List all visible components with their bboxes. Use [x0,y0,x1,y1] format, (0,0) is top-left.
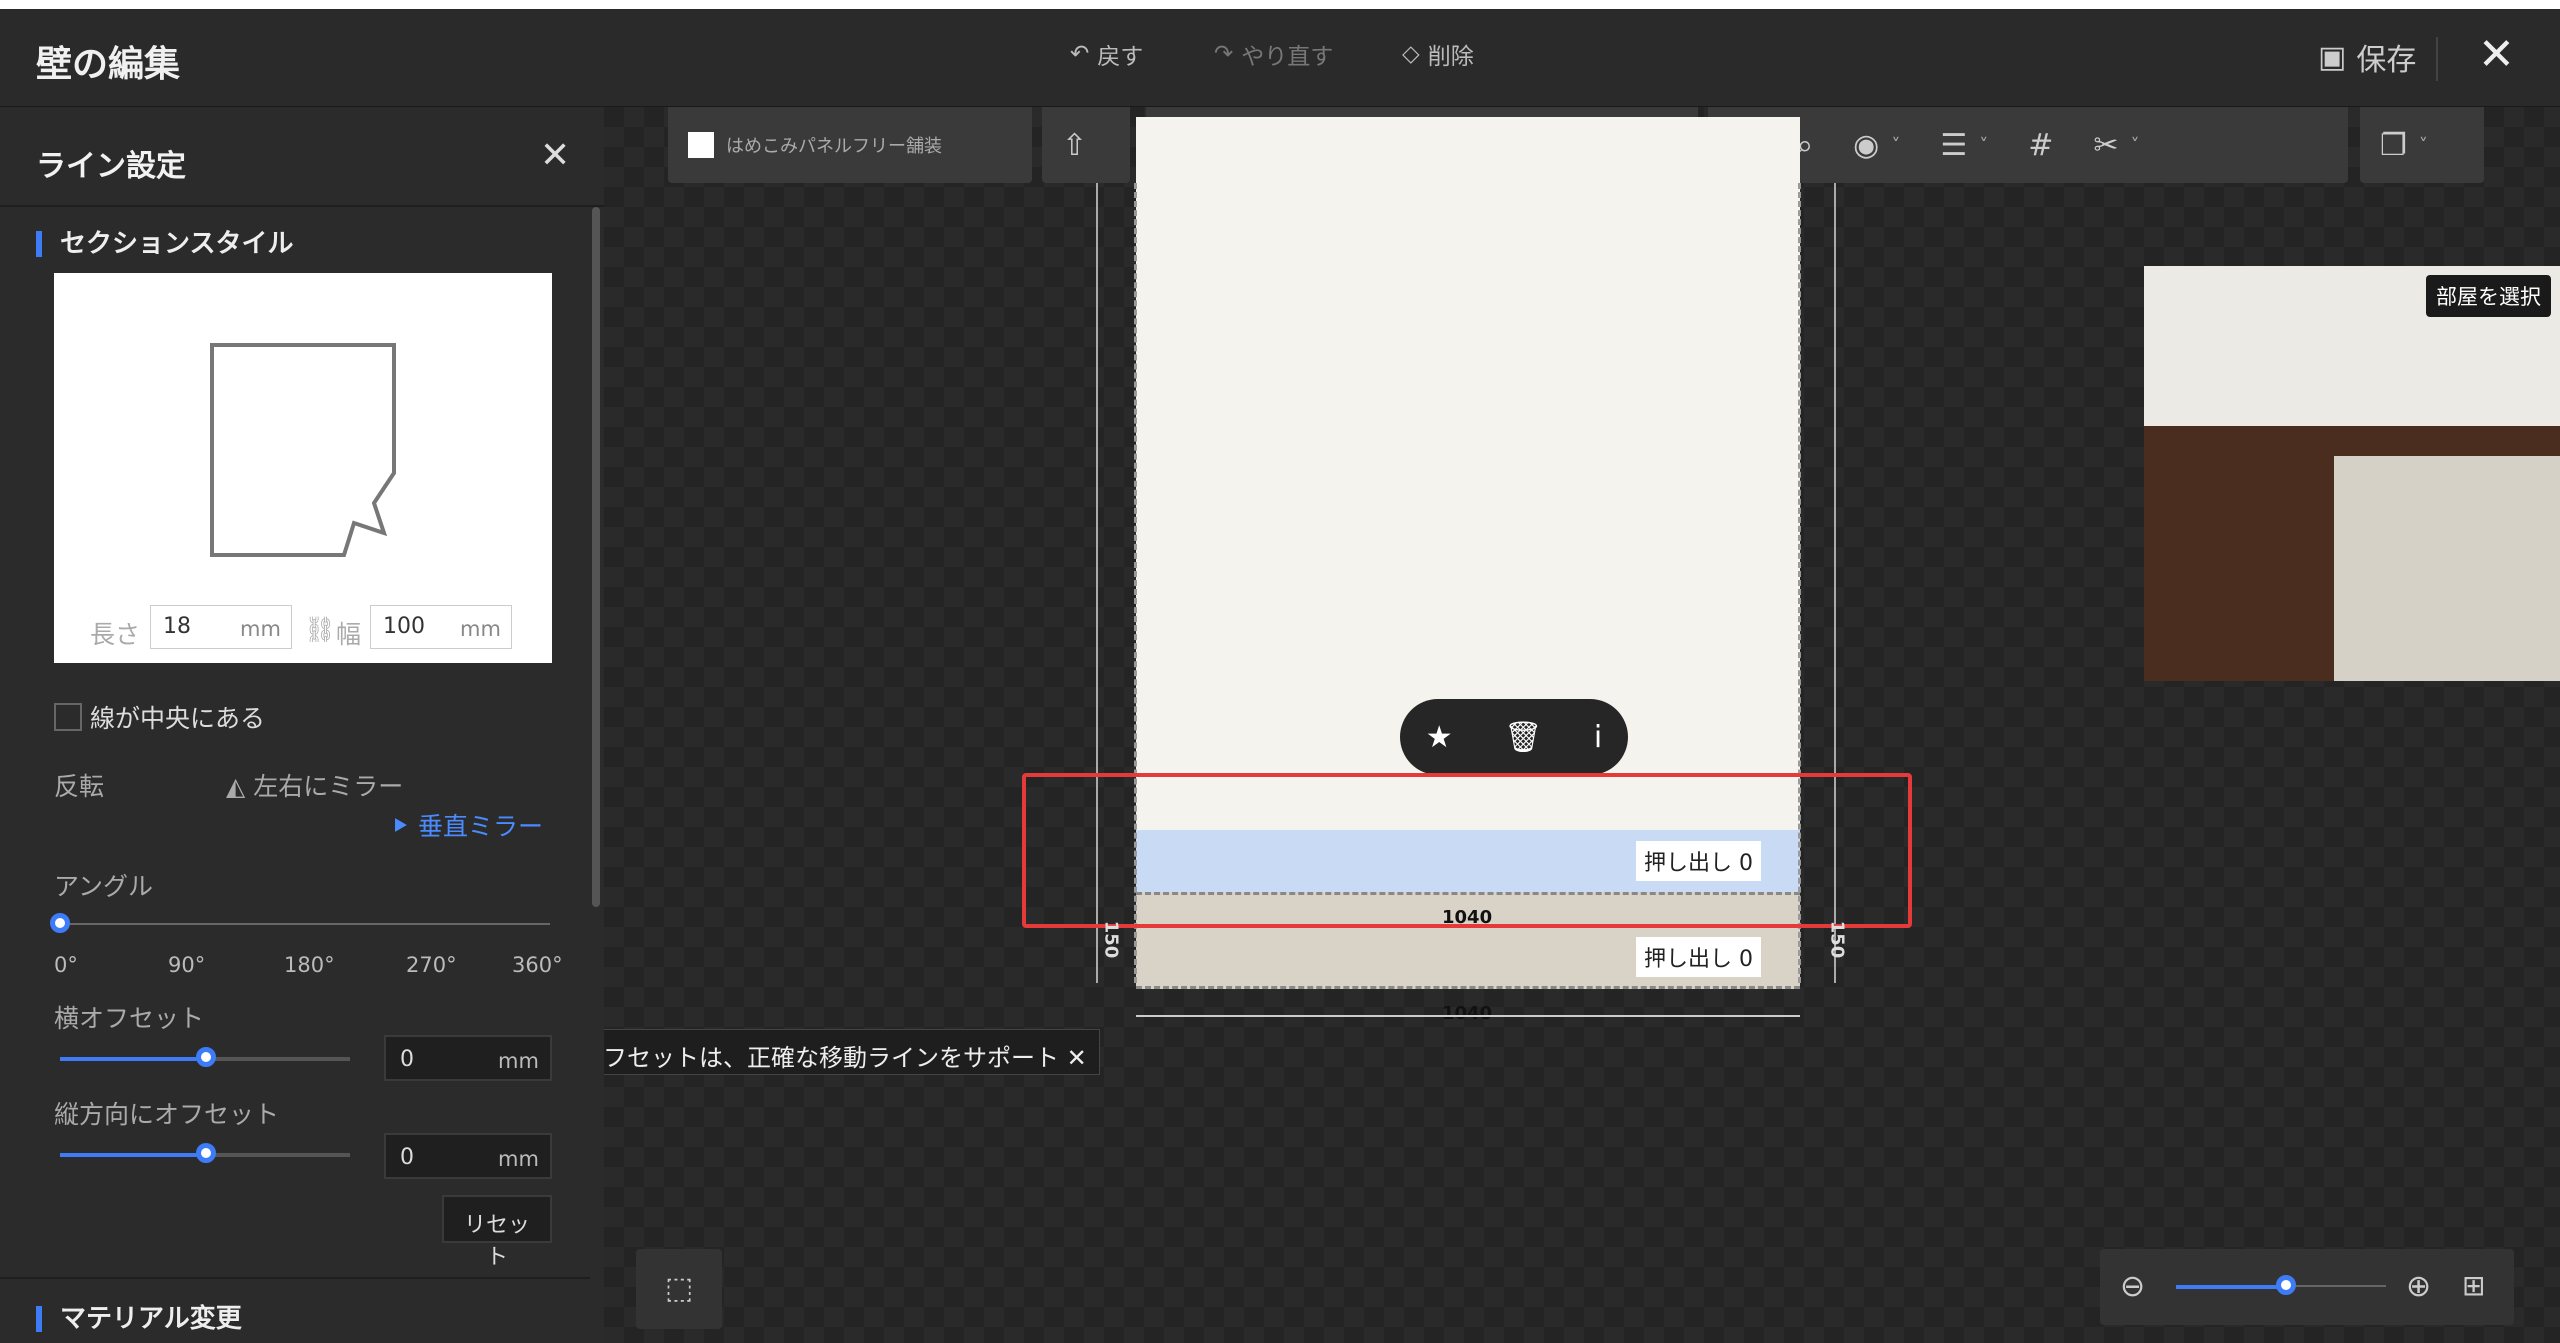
upload-toolbar: ⇧ [1042,107,1130,183]
material-heading: マテリアル変更 [36,1306,242,1332]
close-editor-button[interactable]: ✕ [2478,29,2515,80]
trash-icon[interactable]: 🗑 [1504,720,1542,755]
redo-button[interactable]: ↷ やり直す [1214,37,1333,71]
width-unit: mm [460,617,501,641]
room-select-button[interactable]: 部屋を選択 [2426,275,2551,317]
h-offset-unit: mm [498,1049,539,1073]
layer-toolbar: ❐ ˅ [2360,107,2484,183]
copy-layer-icon[interactable]: ❐ ˅ [2360,128,2448,163]
center-line-label: 線が中央にある [90,704,266,733]
width-dim-line [1136,1015,1800,1017]
wall-editor-app: 壁の編集 ↶ 戻す ↷ やり直す ◇ 削除 ▣ 保存 ✕ ライン設定 ✕ セクションスタイ… [0,9,2560,1343]
angle-label: アングル [54,872,154,901]
angle-tick: 360° [512,953,563,977]
angle-tick: 0° [54,953,78,977]
mirror-horizontal-button[interactable]: ◭ 左右にミラー [226,767,403,803]
undo-button[interactable]: ↶ 戻す [1070,37,1143,71]
zoom-control: ⊖ ⊕ ⊞ [2100,1249,2514,1325]
eye-icon[interactable]: ◉ ˅ [1833,128,1920,163]
save-button[interactable]: ▣ 保存 [2318,35,2416,79]
outer-width-dimension: 1040 [1442,1003,1493,1024]
zoom-knob[interactable] [2276,1275,2296,1295]
panel-scrollbar[interactable] [592,207,600,907]
length-unit: mm [240,617,281,641]
angle-slider-knob[interactable] [50,913,70,933]
section-preview: 長さ 18 mm ⛓ 幅 100 mm [54,273,552,663]
angle-slider[interactable] [60,923,550,925]
3d-view-button[interactable]: ⬚ [636,1249,722,1329]
zoom-out-icon[interactable]: ⊖ [2120,1269,2145,1304]
redo-icon: ↷ [1214,41,1234,67]
link-icon[interactable]: ⛓ [304,615,336,645]
right-height-dimension: 150 [1826,920,1848,959]
extrude-field-2[interactable]: 押し出し 0 [1636,937,1762,977]
section-shape-preview [210,343,396,557]
line-settings-panel: ライン設定 ✕ セクションスタイル 長さ 18 mm ⛓ 幅 100 mm 線が中… [0,107,604,1343]
fit-view-icon[interactable]: ⊞ [2462,1269,2485,1302]
delete-button[interactable]: ◇ 削除 [1402,37,1474,71]
eraser-icon: ◇ [1402,41,1420,67]
panel-close-button[interactable]: ✕ [540,135,570,176]
star-icon[interactable]: ★ [1426,720,1453,755]
offset-tooltip: オフセットは、正確な移動ラインをサポート ✕ [604,1029,1100,1075]
align-icon[interactable]: ☰ ˅ [1920,128,2008,163]
length-label: 長さ [90,620,141,649]
angle-tick: 180° [284,953,335,977]
section-style-heading: セクションスタイル [36,231,293,257]
inner-width-dimension: 1040 [1442,907,1493,928]
h-offset-knob[interactable] [196,1047,216,1067]
angle-tick: 90° [168,953,206,977]
h-offset-label: 横オフセット [54,1004,205,1033]
floating-action-bar: ★ 🗑 i [1400,699,1628,775]
zoom-in-icon[interactable]: ⊕ [2406,1269,2431,1304]
v-offset-unit: mm [498,1147,539,1171]
angle-tick: 270° [406,953,457,977]
divider [2436,37,2438,81]
paint-icon[interactable]: ✂ ˅ [2073,128,2159,163]
top-bar: 壁の編集 ↶ 戻す ↷ やり直す ◇ 削除 ▣ 保存 ✕ [0,9,2560,107]
extrude-field-1[interactable]: 押し出し 0 [1636,841,1762,881]
upload-icon[interactable]: ⇧ [1042,128,1107,163]
flip-label: 反転 [54,772,105,801]
v-offset-knob[interactable] [196,1143,216,1163]
panel-free-checkbox[interactable] [688,132,714,158]
cube-icon: ⬚ [664,1271,694,1306]
left-height-dimension: 150 [1100,920,1122,959]
undo-icon: ↶ [1070,41,1090,67]
center-line-checkbox[interactable] [54,703,82,731]
canvas-area[interactable]: はめこみパネルフリー舗装 ⇧ ✎˅□˅○˅⊥✐ ⬚⌕◉˅☰˅#✂˅ ❐˅ ★🗑i… [604,107,2560,1343]
tooltip-close-icon[interactable]: ✕ [1067,1044,1087,1072]
divider [0,1277,590,1279]
info-icon[interactable]: i [1594,720,1602,755]
panel-free-toggle[interactable]: はめこみパネルフリー舗装 [668,132,962,158]
grid-icon[interactable]: # [2008,128,2073,163]
highlight-box [1022,773,1912,928]
reset-button[interactable]: リセット [442,1195,552,1270]
width-label: 幅 [336,620,362,649]
mirror-vertical-button[interactable]: ⯈ 垂直ミラー [390,807,543,843]
view-toolbar: ⬚⌕◉˅☰˅#✂˅ [1708,107,2348,183]
room-3d-preview[interactable] [2144,266,2560,681]
save-icon: ▣ [2318,39,2347,75]
panel-title: ライン設定 [36,149,186,184]
panel-free-toolbar: はめこみパネルフリー舗装 [668,107,1032,183]
page-title: 壁の編集 [36,44,181,85]
v-offset-label: 縦方向にオフセット [54,1100,280,1129]
